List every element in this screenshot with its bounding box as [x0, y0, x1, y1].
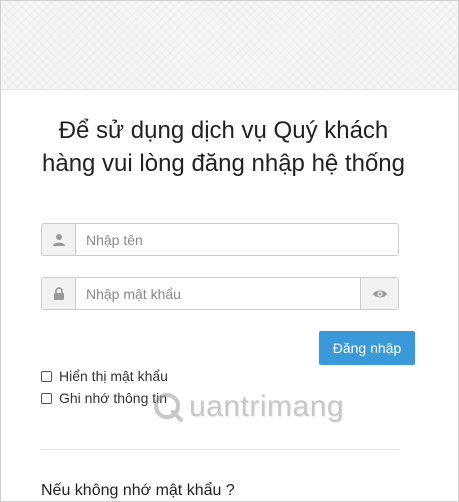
user-icon	[41, 223, 75, 256]
forgot-password-text: Nếu không nhớ mật khẩu ?	[41, 482, 235, 499]
show-password-option[interactable]: Hiển thị mật khẩu	[41, 368, 168, 384]
username-group	[41, 223, 399, 256]
password-group	[41, 277, 399, 310]
remember-label: Ghi nhớ thông tin	[59, 390, 168, 406]
login-panel: Để sử dụng dịch vụ Quý khách hàng vui lò…	[0, 0, 459, 502]
eye-icon	[372, 290, 387, 297]
show-password-toggle[interactable]	[361, 277, 399, 310]
lock-icon	[41, 277, 75, 310]
show-password-label: Hiển thị mật khẩu	[59, 368, 168, 384]
header-band	[1, 1, 458, 90]
watermark: uantrimang	[151, 387, 344, 427]
remember-checkbox[interactable]	[41, 392, 52, 404]
login-button[interactable]: Đăng nhập	[319, 331, 415, 365]
divider	[41, 449, 399, 450]
page-title: Để sử dụng dịch vụ Quý khách hàng vui lò…	[42, 117, 405, 177]
remember-option[interactable]: Ghi nhớ thông tin	[41, 390, 167, 406]
watermark-text: uantrimang	[189, 390, 345, 423]
show-password-checkbox[interactable]	[41, 370, 52, 382]
password-input[interactable]	[75, 277, 361, 310]
username-input[interactable]	[75, 223, 399, 256]
